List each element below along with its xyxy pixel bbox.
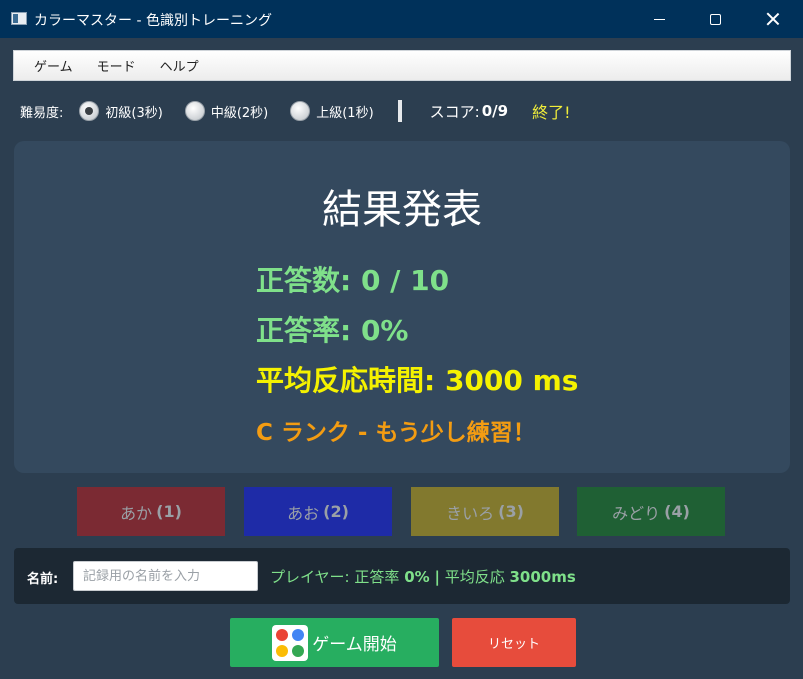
- start-game-label: ゲーム開始: [312, 635, 397, 655]
- difficulty-easy-label: 初級(3秒): [105, 105, 163, 121]
- difficulty-medium-option[interactable]: 中級(2秒): [184, 101, 269, 121]
- player-time-label: 平均反応: [444, 568, 505, 586]
- result-correct-count: 正答数: 0 / 10: [256, 259, 449, 299]
- reset-button[interactable]: リセット: [452, 618, 576, 667]
- result-panel: 結果発表 正答数: 0 / 10 正答率: 0% 平均反応時間: 3000 ms…: [14, 141, 790, 473]
- difficulty-label: 難易度:: [20, 105, 64, 121]
- difficulty-medium-radio[interactable]: [184, 101, 205, 121]
- color-button-blue[interactable]: あお (2): [244, 487, 392, 536]
- player-rate-value: 0%: [404, 568, 430, 586]
- player-separator: |: [434, 568, 440, 586]
- player-time-value: 3000ms: [509, 568, 576, 586]
- minimize-button[interactable]: [630, 0, 688, 38]
- start-game-button[interactable]: ゲーム開始: [230, 618, 439, 667]
- score-value: 0/9: [481, 102, 509, 120]
- minimize-icon: [653, 18, 665, 20]
- difficulty-hard-label: 上級(1秒): [316, 105, 374, 121]
- difficulty-hard-radio[interactable]: [290, 101, 311, 121]
- app-icon: [11, 12, 27, 25]
- color-button-green-label: みどり: [612, 503, 661, 523]
- name-label: 名前:: [27, 572, 59, 587]
- player-rate-label: 正答率: [354, 568, 400, 586]
- name-input[interactable]: [73, 561, 258, 591]
- result-rank: C ランク - もう少し練習！: [256, 420, 536, 446]
- color-button-red[interactable]: あか (1): [77, 487, 225, 536]
- title-bar: カラーマスター - 色識別トレーニング: [0, 0, 803, 38]
- difficulty-medium-label: 中級(2秒): [210, 105, 269, 121]
- color-button-yellow-key: (3): [498, 502, 524, 521]
- maximize-button[interactable]: [686, 0, 744, 38]
- color-button-blue-label: あお: [287, 503, 320, 523]
- difficulty-easy-option[interactable]: 初級(3秒): [79, 101, 163, 121]
- difficulty-easy-radio[interactable]: [79, 101, 100, 121]
- player-stats: プレイヤー: 正答率 0% | 平均反応 3000ms: [270, 566, 576, 587]
- score-label: スコア:: [429, 102, 480, 121]
- color-button-green[interactable]: みどり (4): [577, 487, 725, 536]
- close-button[interactable]: [744, 0, 802, 38]
- color-button-blue-key: (2): [323, 502, 349, 521]
- color-button-yellow[interactable]: きいろ (3): [411, 487, 559, 536]
- game-status: 終了!: [532, 103, 571, 122]
- separator: [397, 100, 402, 122]
- correct-rate-value: 0%: [360, 314, 409, 347]
- avg-time-value: 3000 ms: [444, 364, 579, 397]
- menu-help[interactable]: ヘルプ: [148, 51, 211, 80]
- menu-mode[interactable]: モード: [85, 51, 148, 80]
- name-row: 名前: プレイヤー: 正答率 0% | 平均反応 3000ms: [14, 548, 790, 604]
- color-button-green-key: (4): [664, 502, 690, 521]
- correct-count-label: 正答数:: [256, 264, 352, 297]
- menu-game[interactable]: ゲーム: [22, 51, 85, 80]
- close-icon: [766, 12, 780, 26]
- result-title: 結果発表: [322, 187, 482, 233]
- difficulty-hard-option[interactable]: 上級(1秒): [290, 101, 374, 121]
- correct-count-value: 0 / 10: [360, 264, 450, 297]
- color-button-red-label: あか: [120, 503, 153, 523]
- game-colors-icon: [272, 624, 309, 661]
- correct-rate-label: 正答率:: [256, 314, 352, 347]
- difficulty-row: 難易度: 初級(3秒) 中級(2秒) 上級(1秒) スコア: 0/9 終了!: [20, 98, 790, 124]
- avg-time-label: 平均反応時間:: [256, 364, 436, 397]
- player-prefix: プレイヤー:: [270, 568, 350, 586]
- maximize-icon: [709, 13, 721, 25]
- menu-bar: ゲーム モード ヘルプ: [13, 50, 791, 81]
- window-title: カラーマスター - 色識別トレーニング: [34, 13, 272, 29]
- result-correct-rate: 正答率: 0%: [256, 309, 409, 349]
- color-button-yellow-label: きいろ: [446, 503, 495, 523]
- color-button-red-key: (1): [156, 502, 182, 521]
- result-avg-time: 平均反応時間: 3000 ms: [256, 359, 578, 399]
